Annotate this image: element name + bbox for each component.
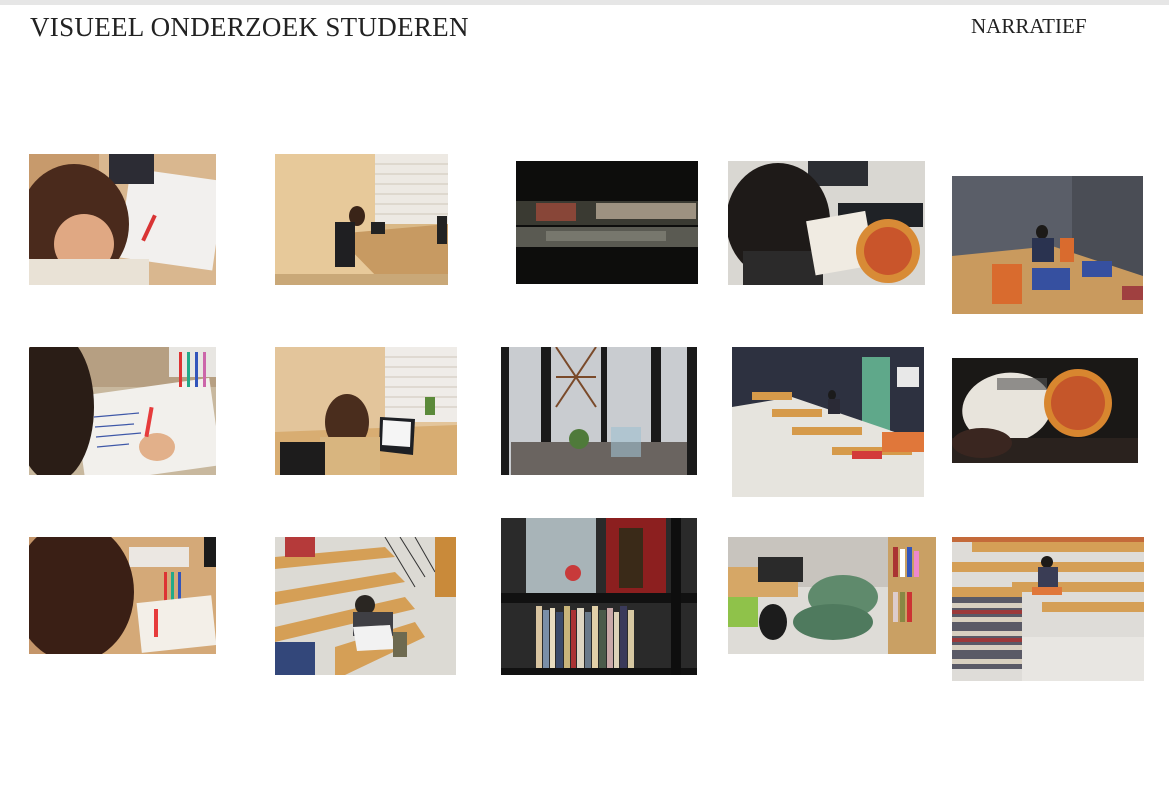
section-label: NARRATIEF	[971, 14, 1087, 38]
student-writing-closeup-photo	[29, 537, 216, 654]
writing-notebook-photo	[29, 347, 216, 475]
reading-pizza-book-photo	[728, 161, 925, 285]
student-on-stairs-photo	[275, 537, 456, 675]
student-laptop-window-photo	[275, 347, 457, 475]
student-on-bookstack-stairs-photo	[952, 537, 1144, 681]
library-hall-photo	[501, 347, 697, 475]
top-bar	[0, 0, 1169, 5]
student-writing-notes-photo	[29, 154, 216, 285]
student-at-desk-window-photo	[275, 154, 448, 285]
page-title: VISUEEL ONDERZOEK STUDEREN	[30, 12, 469, 42]
student-study-niche-photo	[952, 176, 1143, 314]
green-chair-photo	[728, 537, 936, 654]
bookshelf-photo	[501, 518, 697, 675]
blurred-bookshelf-photo	[516, 161, 698, 284]
pizza-book-closeup-photo	[952, 358, 1138, 463]
study-stairs-photo	[732, 347, 924, 497]
